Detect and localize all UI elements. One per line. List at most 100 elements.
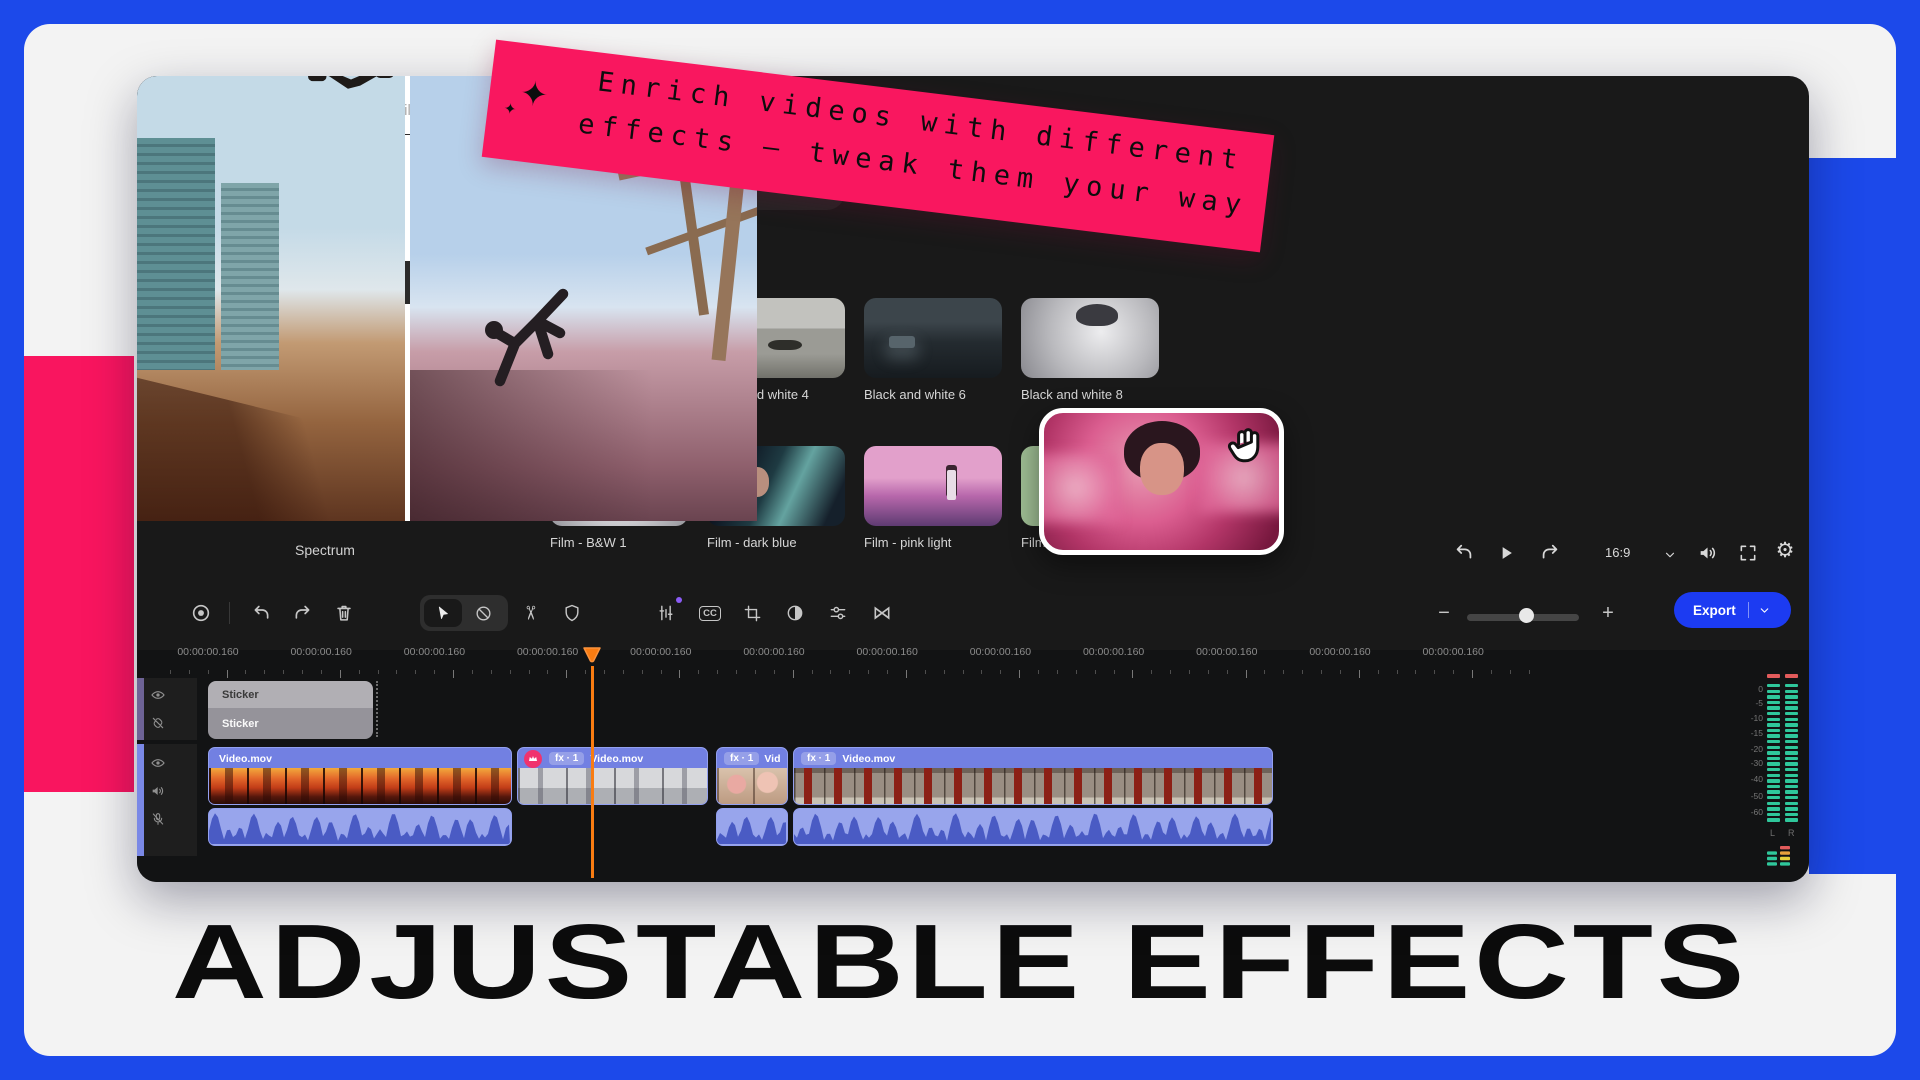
marketing-canvas: ADJUSTABLE EFFECTS + Import ♪ Audio T Te… [0, 0, 1920, 1080]
delete-button[interactable] [329, 598, 359, 628]
effect-card[interactable]: Film - pink light [864, 446, 1002, 550]
meter-scale-label: -50 [1745, 791, 1763, 801]
filmstrip-thumbnails [209, 768, 511, 804]
audio-levels-button[interactable] [651, 598, 681, 628]
filmstrip-thumbnails [717, 768, 787, 804]
meter-scale-label: -60 [1745, 807, 1763, 817]
redo-button[interactable] [287, 598, 317, 628]
shield-button[interactable] [557, 598, 587, 628]
effect-card[interactable]: Black and white 8 [1021, 298, 1159, 402]
ruler-timestamp: 00:00:00.160 [1196, 646, 1257, 658]
undo-button[interactable] [246, 598, 276, 628]
sticker-track-color-strip [137, 678, 144, 740]
transition-tool-button[interactable]: ⋈ [867, 598, 897, 628]
toolbar-divider [229, 602, 230, 624]
pink-accent-rect [24, 356, 134, 792]
ruler-timestamp: 00:00:00.160 [970, 646, 1031, 658]
ruler-timestamp: 00:00:00.160 [630, 646, 691, 658]
effect-thumbnail [864, 298, 1002, 378]
preview-redo-button[interactable] [1535, 538, 1565, 568]
video-track-color-strip [137, 744, 144, 856]
fx-badge: fx · 1 [801, 752, 836, 765]
meter-scale-label: -30 [1745, 758, 1763, 768]
filmstrip-thumbnails [518, 768, 707, 804]
play-button[interactable] [1491, 538, 1521, 568]
meter-scale-label: -20 [1745, 744, 1763, 754]
select-tool-button[interactable] [424, 599, 462, 627]
volume-button[interactable] [1693, 538, 1723, 568]
ruler-timestamp: 00:00:00.160 [1423, 646, 1484, 658]
ruler-timestamp: 00:00:00.160 [743, 646, 804, 658]
link-off-icon[interactable] [149, 714, 167, 732]
meter-scale-label: -10 [1745, 713, 1763, 723]
meter-clip-indicator [1785, 674, 1798, 678]
video-clip[interactable]: fx · 1 Video.mov [793, 747, 1273, 805]
audio-waveform[interactable] [208, 808, 512, 846]
eye-icon[interactable] [149, 686, 167, 704]
chevron-down-icon[interactable] [1655, 540, 1685, 570]
breakdancer-silhouette [470, 276, 590, 396]
meter-toggle-icon[interactable] [1765, 844, 1793, 868]
export-chevron-icon [1758, 604, 1771, 617]
fx-badge: fx · 1 [724, 752, 759, 765]
fx-badge: fx · 1 [549, 752, 584, 765]
eye-icon[interactable] [149, 754, 167, 772]
crop-button[interactable] [737, 598, 767, 628]
timeline-ruler[interactable]: 00:00:00.160 00:00:00.160 00:00:00.160 00:0… [137, 646, 1809, 686]
settings-gear-icon[interactable]: ⚙ [1770, 535, 1800, 565]
effect-thumbnail [864, 446, 1002, 526]
sticker-clip-group[interactable]: Sticker Sticker [208, 681, 373, 739]
headline: ADJUSTABLE EFFECTS [0, 902, 1920, 1023]
export-button[interactable]: Export [1674, 592, 1791, 628]
video-clip[interactable]: fx · 1 Vid [716, 747, 788, 805]
captions-button[interactable]: CC [695, 598, 725, 628]
speaker-icon[interactable] [149, 782, 167, 800]
meter-clip-indicator [1767, 674, 1780, 678]
audio-waveform[interactable] [716, 808, 788, 846]
pointer-tool-group [420, 595, 508, 631]
meter-scale-label: -5 [1745, 698, 1763, 708]
category-spectrum[interactable]: Spectrum [295, 542, 355, 558]
mic-off-icon[interactable] [149, 810, 167, 828]
sticker-clip[interactable]: Sticker [208, 708, 373, 739]
disable-tool-button[interactable] [470, 600, 496, 626]
blue-accent-rect [1809, 158, 1920, 874]
record-button[interactable] [186, 598, 216, 628]
video-clip[interactable]: Video.mov [208, 747, 512, 805]
video-clip[interactable]: fx · 1 Video.mov [517, 747, 708, 805]
playhead-line[interactable] [591, 666, 594, 878]
preview-undo-button[interactable] [1449, 538, 1479, 568]
ruler-timestamp: 00:00:00.160 [517, 646, 578, 658]
ruler-timestamp: 00:00:00.160 [857, 646, 918, 658]
playhead-marker[interactable] [581, 646, 603, 666]
meter-right-channel-label: R [1788, 828, 1795, 838]
audio-level-meters: 0 -5 -10 -15 -20 -30 -40 -50 -60 L R [1745, 672, 1809, 882]
meter-left-channel-label: L [1770, 828, 1775, 838]
sparkle-icon-small: ✦ [503, 99, 518, 118]
filmstrip-thumbnails [794, 768, 1272, 804]
grab-hand-cursor [1222, 420, 1270, 468]
effect-card[interactable]: Black and white 6 [864, 298, 1002, 402]
video-track-header [144, 744, 197, 856]
timeline: ✂ CC ⋈ − + Export 00:00:00.16000:00:00.1 [137, 586, 1809, 882]
aspect-ratio-selector[interactable]: 16:9 [1605, 545, 1630, 560]
meter-scale-label: 0 [1745, 684, 1763, 694]
zoom-in-button[interactable]: + [1593, 598, 1623, 628]
meter-scale-label: -40 [1745, 774, 1763, 784]
contrast-button[interactable] [780, 598, 810, 628]
sticker-clip[interactable]: Sticker [208, 681, 373, 708]
preview-video-left [137, 76, 405, 521]
zoom-slider-knob[interactable] [1519, 608, 1534, 623]
split-scissors-button[interactable]: ✂ [515, 598, 545, 628]
meter-scale-label: -15 [1745, 728, 1763, 738]
effect-thumbnail [1021, 298, 1159, 378]
zoom-out-button[interactable]: − [1429, 598, 1459, 628]
sparkle-icon: ✦ [517, 73, 550, 116]
ruler-timestamp: 00:00:00.160 [1309, 646, 1370, 658]
adjust-sliders-button[interactable] [823, 598, 853, 628]
sticker-track-header [144, 678, 197, 740]
jumper-legs-silhouette [305, 76, 397, 132]
audio-waveform[interactable] [793, 808, 1273, 846]
fullscreen-button[interactable] [1733, 538, 1763, 568]
sticker-clip-trim-handle[interactable] [376, 681, 378, 737]
